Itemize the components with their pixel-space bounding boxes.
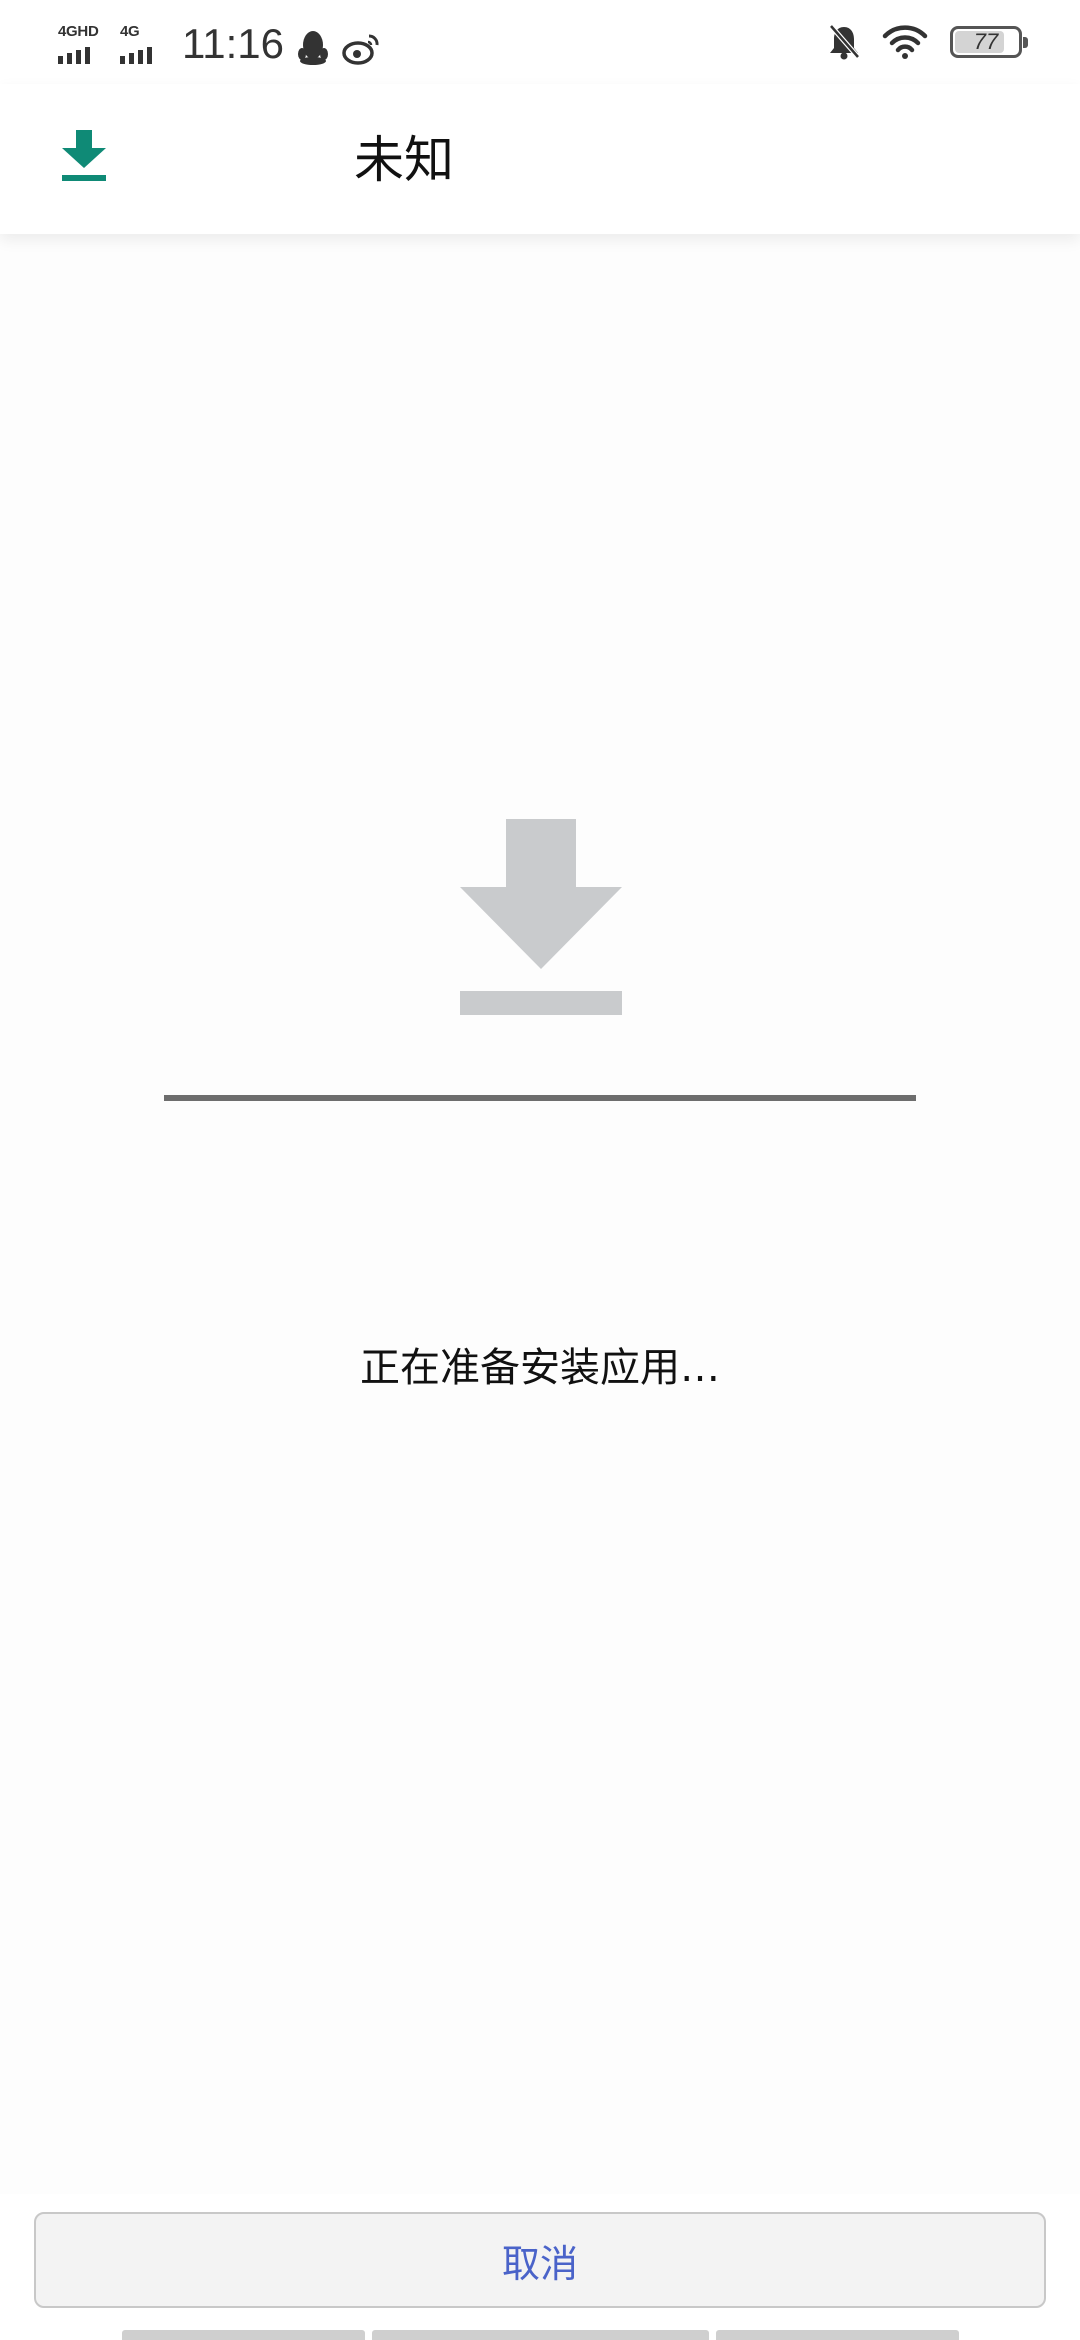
signal-bars-2-icon [120,47,152,64]
qq-penguin-icon [298,31,328,65]
network-type-2: 4G [120,23,140,40]
download-icon [62,130,106,181]
app-bar: 未知 [0,84,1080,234]
battery-level: 77 [973,29,999,54]
nav-hint-right [716,2330,959,2340]
battery-indicator: 77 [950,26,1028,58]
status-bar: 4GHD 4G 11:16 77 [0,0,1080,84]
install-content [0,234,1080,2194]
nav-hint-center [372,2330,709,2340]
mute-bell-icon [829,24,860,60]
page-title: 未知 [354,131,454,189]
install-screen: 4GHD 4G 11:16 77 未知 正在准备安装应用… 取消 [0,0,1080,2340]
signal-bars-1-icon [58,47,90,64]
network-type-1: 4GHD [58,23,99,40]
status-bar-left: 4GHD 4G 11:16 [58,18,382,66]
wifi-icon [882,25,928,59]
install-status-text: 正在准备安装应用… [360,1345,720,1391]
cancel-button-label: 取消 [501,2241,578,2286]
signal-sim1: 4GHD [58,24,106,66]
clock: 11:16 [182,20,284,67]
signal-sim2: 4G [120,24,164,66]
status-bar-right: 77 [828,20,1028,64]
weibo-icon [342,34,379,65]
cancel-button[interactable]: 取消 [34,2212,1046,2308]
download-icon [460,819,622,1015]
nav-hint-left [122,2330,365,2340]
install-progress-bar [164,1095,916,1101]
progress-indicator [164,1095,916,1101]
